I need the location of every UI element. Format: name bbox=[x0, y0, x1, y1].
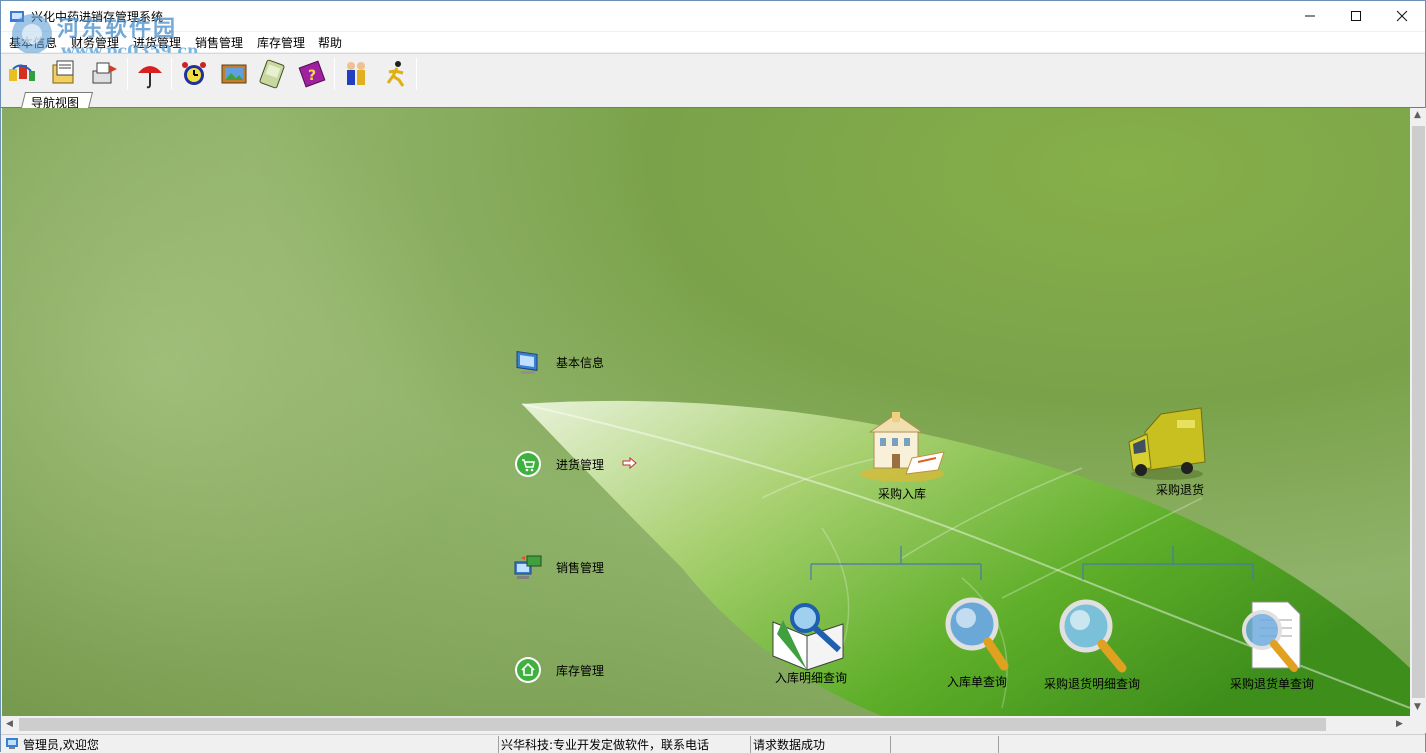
menu-purchase[interactable]: 进货管理 bbox=[133, 34, 181, 51]
tab-strip bbox=[1, 92, 1425, 108]
alarm-clock-icon[interactable] bbox=[177, 57, 211, 91]
computer-icon bbox=[512, 346, 544, 378]
menu-bar: 基本信息 财务管理 进货管理 销售管理 库存管理 帮助 bbox=[1, 32, 1425, 52]
magnifier-icon bbox=[945, 597, 1009, 671]
navigation-canvas: 基本信息 进货管理 销售管理 库存管理 采购入库 采购退货 入库明细查询 入库单… bbox=[2, 108, 1410, 716]
magnifier-icon bbox=[1059, 599, 1127, 673]
user-status-icon bbox=[5, 736, 19, 753]
horizontal-scrollbar[interactable]: ◀ ▶ bbox=[2, 716, 1410, 733]
users-icon[interactable] bbox=[339, 57, 373, 91]
nav-item-basic-info[interactable]: 基本信息 bbox=[512, 346, 604, 378]
return-order-query-item[interactable]: 采购退货单查询 bbox=[1226, 598, 1318, 692]
status-user-panel: 管理员,欢迎您 bbox=[3, 736, 499, 753]
warehouse-building-icon bbox=[860, 412, 945, 482]
toolbar: ? bbox=[1, 53, 1425, 93]
toolbar-separator bbox=[334, 58, 335, 90]
toolbar-separator bbox=[171, 58, 172, 90]
scroll-up-arrow-icon[interactable]: ▲ bbox=[1414, 110, 1421, 120]
umbrella-icon[interactable] bbox=[133, 57, 167, 91]
document-magnifier-icon bbox=[1242, 601, 1301, 672]
arrow-right-icon bbox=[622, 456, 638, 472]
scroll-corner bbox=[1410, 716, 1426, 733]
status-user: 管理员,欢迎您 bbox=[23, 738, 99, 752]
folder-docs-icon[interactable] bbox=[47, 57, 81, 91]
func-label: 采购退货明细查询 bbox=[1043, 677, 1140, 691]
delivery-truck-icon bbox=[1128, 407, 1206, 480]
nav-label: 库存管理 bbox=[556, 663, 605, 678]
func-label: 采购入库 bbox=[877, 487, 926, 501]
maximize-button[interactable] bbox=[1333, 1, 1379, 31]
inbound-order-query-item[interactable]: 入库单查询 bbox=[934, 596, 1020, 690]
print-transfer-icon[interactable] bbox=[87, 57, 121, 91]
nav-item-inventory[interactable]: 库存管理 bbox=[512, 654, 604, 686]
scroll-down-arrow-icon[interactable]: ▼ bbox=[1414, 702, 1421, 712]
home-icon bbox=[512, 654, 544, 686]
purchase-inbound-item[interactable]: 采购入库 bbox=[850, 408, 954, 502]
help-book-icon[interactable]: ? bbox=[295, 57, 329, 91]
func-label: 入库单查询 bbox=[946, 675, 1007, 689]
minimize-button[interactable] bbox=[1287, 1, 1333, 31]
window-title: 兴化中药进销存管理系统 bbox=[31, 10, 164, 24]
database-connect-icon[interactable] bbox=[5, 57, 39, 91]
nav-item-purchase[interactable]: 进货管理 bbox=[512, 448, 638, 480]
vertical-scrollbar[interactable]: ▲ ▼ bbox=[1410, 108, 1426, 716]
picture-frame-icon[interactable] bbox=[217, 57, 251, 91]
func-label: 采购退货 bbox=[1155, 483, 1204, 497]
status-company: 兴华科技:专业开发定做软件，联系电话 bbox=[499, 736, 751, 753]
func-label: 入库明细查询 bbox=[774, 671, 847, 685]
app-icon bbox=[9, 8, 25, 24]
svg-text:?: ? bbox=[308, 68, 316, 84]
notepad-icon[interactable] bbox=[255, 57, 289, 91]
title-bar[interactable]: 兴化中药进销存管理系统 bbox=[1, 1, 1425, 31]
status-bar: 管理员,欢迎您 兴华科技:专业开发定做软件，联系电话 请求数据成功 bbox=[1, 734, 1425, 753]
close-button[interactable] bbox=[1379, 1, 1425, 31]
status-empty-panel bbox=[891, 736, 999, 753]
nav-label: 基本信息 bbox=[556, 355, 605, 370]
exit-runner-icon[interactable] bbox=[379, 57, 413, 91]
func-label: 采购退货单查询 bbox=[1229, 677, 1314, 691]
status-message: 请求数据成功 bbox=[751, 736, 891, 753]
book-magnifier-icon bbox=[772, 603, 844, 671]
toolbar-separator bbox=[416, 58, 417, 90]
nav-label: 销售管理 bbox=[556, 560, 605, 575]
scroll-right-arrow-icon[interactable]: ▶ bbox=[1396, 719, 1403, 729]
menu-inventory[interactable]: 库存管理 bbox=[257, 34, 305, 51]
menu-finance[interactable]: 财务管理 bbox=[71, 34, 119, 51]
cart-icon bbox=[512, 448, 544, 480]
toolbar-separator bbox=[127, 58, 128, 90]
return-detail-query-item[interactable]: 采购退货明细查询 bbox=[1042, 598, 1142, 692]
menu-sales[interactable]: 销售管理 bbox=[195, 34, 243, 51]
network-icon bbox=[512, 551, 544, 583]
menu-basic-info[interactable]: 基本信息 bbox=[9, 34, 57, 51]
purchase-return-item[interactable]: 采购退货 bbox=[1118, 406, 1222, 498]
menu-help[interactable]: 帮助 bbox=[318, 34, 342, 51]
nav-label: 进货管理 bbox=[556, 457, 605, 472]
scroll-left-arrow-icon[interactable]: ◀ bbox=[6, 719, 13, 729]
vertical-scroll-thumb[interactable] bbox=[1412, 126, 1425, 698]
nav-item-sales[interactable]: 销售管理 bbox=[512, 551, 604, 583]
inbound-detail-query-item[interactable]: 入库明细查询 bbox=[766, 600, 856, 686]
app-window: 兴化中药进销存管理系统 基本信息 财务管理 进货管理 销售管理 库存管理 帮助 … bbox=[0, 0, 1426, 753]
horizontal-scroll-thumb[interactable] bbox=[19, 718, 1326, 731]
